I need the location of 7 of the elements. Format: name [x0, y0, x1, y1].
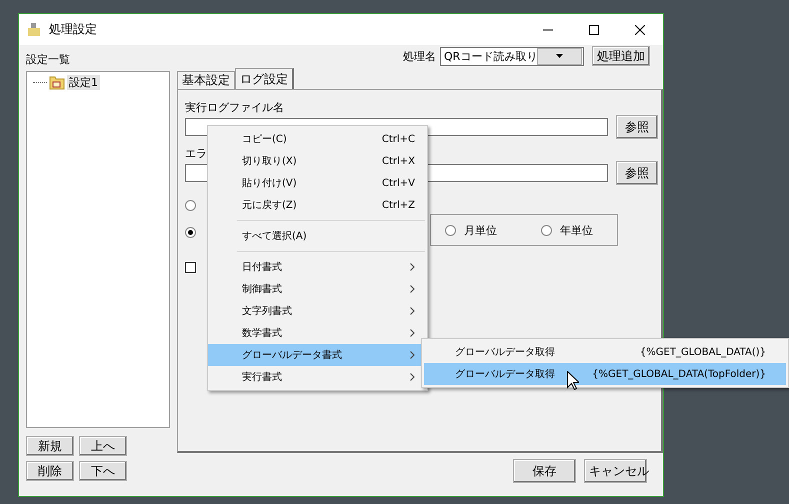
radio-label: 月単位 — [464, 222, 497, 238]
window-title: 処理設定 — [49, 21, 97, 38]
list-label: 設定一覧 — [26, 52, 71, 67]
process-name-label: 処理名 — [403, 48, 436, 64]
field-label: エラ — [185, 146, 207, 161]
field-label: 実行ログファイル名 — [185, 100, 284, 115]
radio-label: 年単位 — [560, 222, 593, 238]
